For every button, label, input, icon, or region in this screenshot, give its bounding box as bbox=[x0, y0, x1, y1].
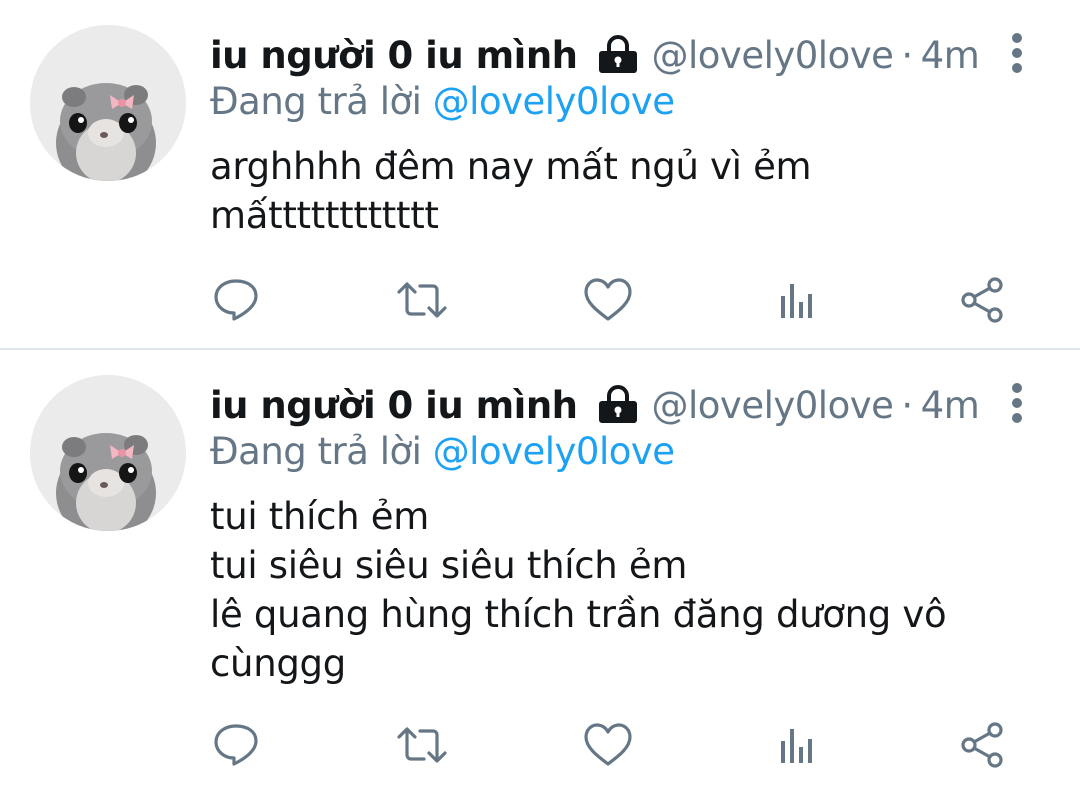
timestamp[interactable]: 4m bbox=[921, 384, 980, 427]
reply-icon bbox=[214, 279, 258, 321]
reply-button[interactable] bbox=[206, 715, 266, 775]
tweet-actions bbox=[0, 270, 1080, 330]
analytics-icon bbox=[781, 729, 812, 763]
display-name[interactable]: iu người 0 iu mình bbox=[210, 384, 578, 427]
reply-prefix: Đang trả lời bbox=[210, 430, 422, 473]
analytics-button[interactable] bbox=[766, 270, 826, 330]
like-icon bbox=[584, 723, 632, 766]
user-handle[interactable]: @lovely0love bbox=[652, 34, 894, 77]
reply-mention-link[interactable]: @lovely0love bbox=[433, 430, 675, 473]
reply-mention-link[interactable]: @lovely0love bbox=[433, 80, 675, 123]
hamster-avatar-icon bbox=[30, 25, 186, 181]
like-button[interactable] bbox=[578, 270, 638, 330]
tweet-text: arghhhh đêm nay mất ngủ vì ẻm mấtttttttt… bbox=[210, 145, 812, 237]
reply-prefix: Đang trả lời bbox=[210, 80, 422, 123]
separator-dot: · bbox=[901, 383, 913, 427]
more-vertical-icon[interactable] bbox=[1000, 380, 1034, 426]
retweet-icon bbox=[397, 282, 447, 318]
retweet-button[interactable] bbox=[392, 270, 452, 330]
retweet-button[interactable] bbox=[392, 715, 452, 775]
analytics-button[interactable] bbox=[766, 715, 826, 775]
share-button[interactable] bbox=[952, 270, 1012, 330]
more-vertical-icon[interactable] bbox=[1000, 30, 1034, 76]
share-button[interactable] bbox=[952, 715, 1012, 775]
hamster-avatar-icon bbox=[30, 375, 186, 531]
avatar[interactable] bbox=[30, 25, 186, 181]
display-name[interactable]: iu người 0 iu mình bbox=[210, 34, 578, 77]
share-icon bbox=[961, 722, 1003, 768]
retweet-icon bbox=[397, 727, 447, 763]
avatar[interactable] bbox=[30, 375, 186, 531]
tweet-actions bbox=[0, 715, 1080, 775]
analytics-icon bbox=[781, 284, 812, 318]
user-handle[interactable]: @lovely0love bbox=[652, 384, 894, 427]
reply-button[interactable] bbox=[206, 270, 266, 330]
tweet[interactable]: iu người 0 iu mình @lovely0love · 4m Đan… bbox=[0, 0, 1080, 348]
share-icon bbox=[961, 277, 1003, 323]
tweet-header: iu người 0 iu mình @lovely0love · 4m bbox=[210, 378, 980, 432]
like-button[interactable] bbox=[578, 715, 638, 775]
tweet[interactable]: iu người 0 iu mình @lovely0love · 4m Đan… bbox=[0, 350, 1080, 791]
separator-dot: · bbox=[901, 33, 913, 77]
lock-icon bbox=[596, 35, 640, 75]
like-icon bbox=[584, 278, 632, 321]
timestamp[interactable]: 4m bbox=[921, 34, 980, 77]
reply-icon bbox=[214, 724, 258, 766]
lock-icon bbox=[596, 385, 640, 425]
reply-context: Đang trả lời @lovely0love bbox=[210, 430, 675, 473]
tweet-header: iu người 0 iu mình @lovely0love · 4m bbox=[210, 28, 980, 82]
reply-context: Đang trả lời @lovely0love bbox=[210, 80, 675, 123]
tweet-text: tui thích ẻm tui siêu siêu siêu thích ẻm… bbox=[210, 495, 947, 685]
